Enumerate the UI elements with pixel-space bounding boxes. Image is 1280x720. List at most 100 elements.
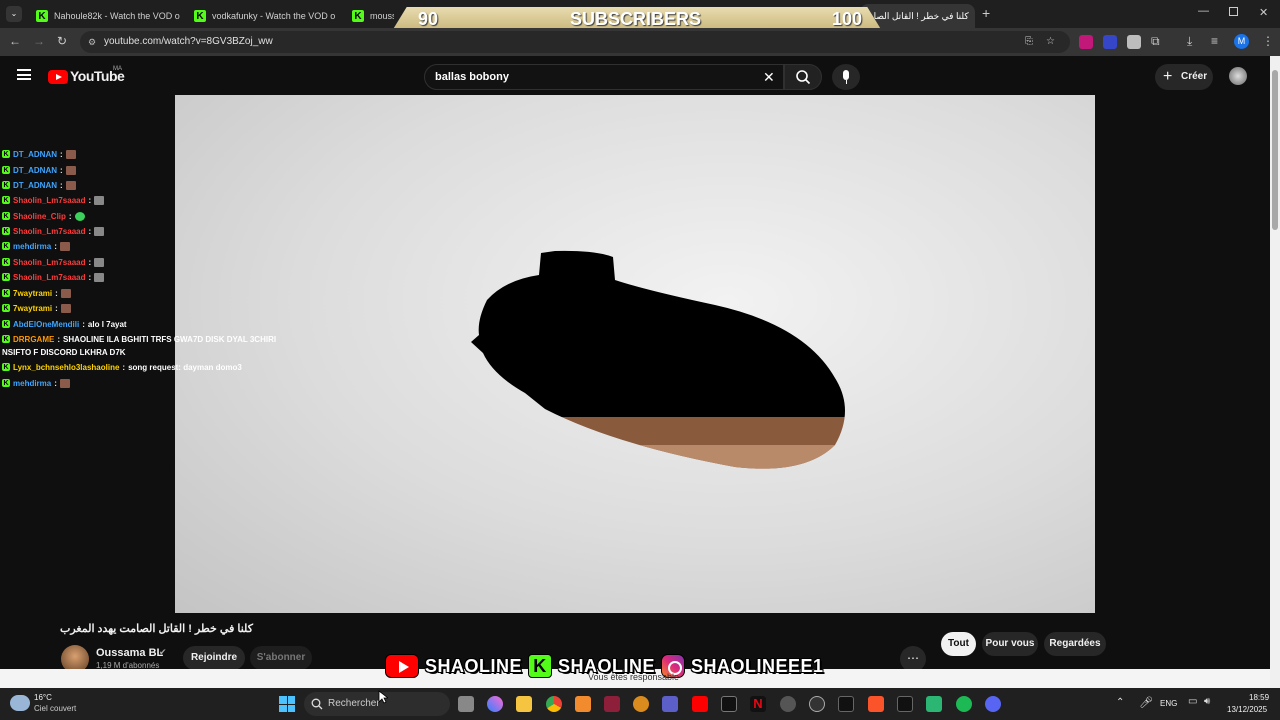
chat-username[interactable]: 7waytrami [13, 289, 52, 298]
kick-badge-icon: K [2, 363, 10, 371]
create-button[interactable]: + Créer [1155, 64, 1213, 90]
subscribe-button[interactable]: S'abonner [250, 646, 312, 670]
extension-icon[interactable] [1127, 35, 1141, 49]
filter-chip-all[interactable]: Tout [941, 632, 976, 656]
weather-desc[interactable]: Ciel couvert [34, 704, 76, 713]
clear-search-icon[interactable]: ✕ [763, 65, 775, 89]
install-app-icon[interactable]: ⎘ [1025, 31, 1033, 53]
chat-username[interactable]: AbdElOneMendili [13, 320, 79, 329]
tab-list-dropdown-icon[interactable]: ⌄ [6, 6, 22, 22]
account-avatar[interactable] [1229, 67, 1247, 85]
filter-chip-watched[interactable]: Regardées [1044, 632, 1106, 656]
chat-username[interactable]: mehdirma [13, 379, 51, 388]
chat-username[interactable]: Shaolin_Lm7saaad [13, 227, 85, 236]
chat-separator: : [60, 149, 63, 159]
reading-list-icon[interactable]: ≡ [1211, 34, 1218, 48]
netflix-icon[interactable]: N [750, 696, 766, 712]
chat-username[interactable]: DRRGAME [13, 335, 54, 344]
app-icon[interactable] [926, 696, 942, 712]
brave-icon[interactable] [868, 696, 884, 712]
browser-menu-icon[interactable]: ⋮ [1262, 34, 1274, 48]
spotify-icon[interactable] [956, 696, 972, 712]
video-player[interactable] [175, 95, 1095, 613]
tray-chevron-up-icon[interactable]: ⌃ [1116, 697, 1124, 708]
taskbar-search-input[interactable]: Rechercher [304, 692, 450, 716]
chat-username[interactable]: mehdirma [13, 242, 51, 251]
clock-date[interactable]: 13/12/2025 [1227, 705, 1267, 714]
kick-badge-icon: K [2, 196, 10, 204]
browser-tab[interactable]: K Nahoule82k - Watch the VOD o ✕ [28, 4, 180, 28]
tray-mic-icon[interactable]: 🎤︎ [1139, 696, 1153, 709]
app-icon[interactable] [604, 696, 620, 712]
filter-chip-for-you[interactable]: Pour vous [982, 632, 1038, 656]
extension-icon[interactable] [1103, 35, 1117, 49]
app-icon[interactable] [838, 696, 854, 712]
download-icon[interactable]: ⤓ [1187, 34, 1192, 49]
kick-social-icon: K [528, 654, 553, 678]
window-restore-icon[interactable] [1229, 7, 1238, 16]
chat-username[interactable]: Shaoline_Clip [13, 212, 66, 221]
site-info-icon[interactable]: ⚙ [88, 31, 96, 53]
chat-username[interactable]: 7waytrami [13, 304, 52, 313]
copilot-icon[interactable] [487, 696, 503, 712]
chat-username[interactable]: DT_ADNAN [13, 181, 57, 190]
app-icon[interactable] [633, 696, 649, 712]
chat-username[interactable]: DT_ADNAN [13, 166, 57, 175]
channel-name[interactable]: Oussama BL [96, 647, 163, 659]
search-button[interactable] [784, 64, 822, 90]
chat-separator: : [54, 378, 57, 388]
app-icon[interactable] [780, 696, 796, 712]
join-button[interactable]: Rejoindre [183, 646, 245, 670]
browser-tab[interactable]: K vodkafunky - Watch the VOD o ✕ [186, 4, 338, 28]
back-arrow-icon[interactable]: ← [9, 34, 21, 48]
chat-username[interactable]: DT_ADNAN [13, 150, 57, 159]
hamburger-menu-icon[interactable] [17, 69, 31, 80]
chat-username[interactable]: Lynx_bchnsehlo3lashaoline [13, 363, 119, 372]
app-icon[interactable] [809, 696, 825, 712]
chrome-icon[interactable] [546, 696, 562, 712]
task-view-icon[interactable] [458, 696, 474, 712]
chat-username[interactable]: Shaolin_Lm7saaad [13, 258, 85, 267]
weather-icon[interactable] [10, 695, 30, 711]
window-close-icon[interactable]: ✕ [1259, 6, 1268, 19]
extensions-puzzle-icon[interactable]: ⧉ [1151, 34, 1160, 49]
tray-network-icon[interactable]: ▭ [1188, 696, 1197, 707]
reload-icon[interactable]: ↻ [57, 34, 67, 48]
chat-emote-icon [59, 241, 70, 251]
window-minimize-icon[interactable]: — [1198, 5, 1209, 17]
chat-separator: : [57, 334, 61, 344]
address-bar[interactable]: ⚙ youtube.com/watch?v=8GV3BZoj_ww ⎘ ☆ [80, 31, 1070, 53]
chat-message-text: SHAOLINE ILA BGHITI TRFS GWA7D DISK DYAL… [63, 334, 277, 344]
app-icon[interactable] [721, 696, 737, 712]
profile-avatar[interactable]: M [1234, 34, 1249, 49]
voice-search-mic-icon[interactable] [832, 64, 860, 90]
youtube-app-icon[interactable] [692, 696, 708, 712]
bookmark-star-icon[interactable]: ☆ [1046, 31, 1055, 53]
windows-start-icon[interactable] [279, 696, 295, 712]
app-icon[interactable] [575, 696, 591, 712]
chat-username[interactable]: Shaolin_Lm7saaad [13, 196, 85, 205]
browser-tab[interactable]: K moussa [344, 4, 394, 28]
chat-message-text: song request: dayman domo3 [128, 362, 242, 372]
app-icon[interactable] [897, 696, 913, 712]
new-tab-button[interactable]: + [982, 5, 990, 21]
scrollbar-thumb[interactable] [1272, 70, 1278, 230]
teams-icon[interactable] [662, 696, 678, 712]
youtube-logo-icon[interactable] [48, 70, 68, 84]
chat-username[interactable]: Shaolin_Lm7saaad [13, 273, 85, 282]
chat-separator: : [55, 303, 58, 313]
url-text: youtube.com/watch?v=8GV3BZoj_ww [104, 36, 273, 47]
chat-emote-icon [65, 149, 76, 159]
clock-time[interactable]: 18:59 [1249, 693, 1269, 702]
language-indicator[interactable]: ENG [1160, 699, 1177, 708]
chat-separator: : [82, 319, 85, 329]
file-explorer-icon[interactable] [516, 696, 532, 712]
tray-volume-icon[interactable]: 🔊︎ [1204, 696, 1210, 707]
weather-temp[interactable]: 16°C [34, 693, 52, 702]
extension-icon[interactable] [1079, 35, 1093, 49]
kick-favicon-icon: K [194, 10, 206, 22]
forward-arrow-icon[interactable]: → [33, 34, 45, 48]
search-input[interactable]: ballas bobony ✕ [424, 64, 784, 90]
discord-icon[interactable] [985, 696, 1001, 712]
country-code: MA [113, 66, 122, 72]
